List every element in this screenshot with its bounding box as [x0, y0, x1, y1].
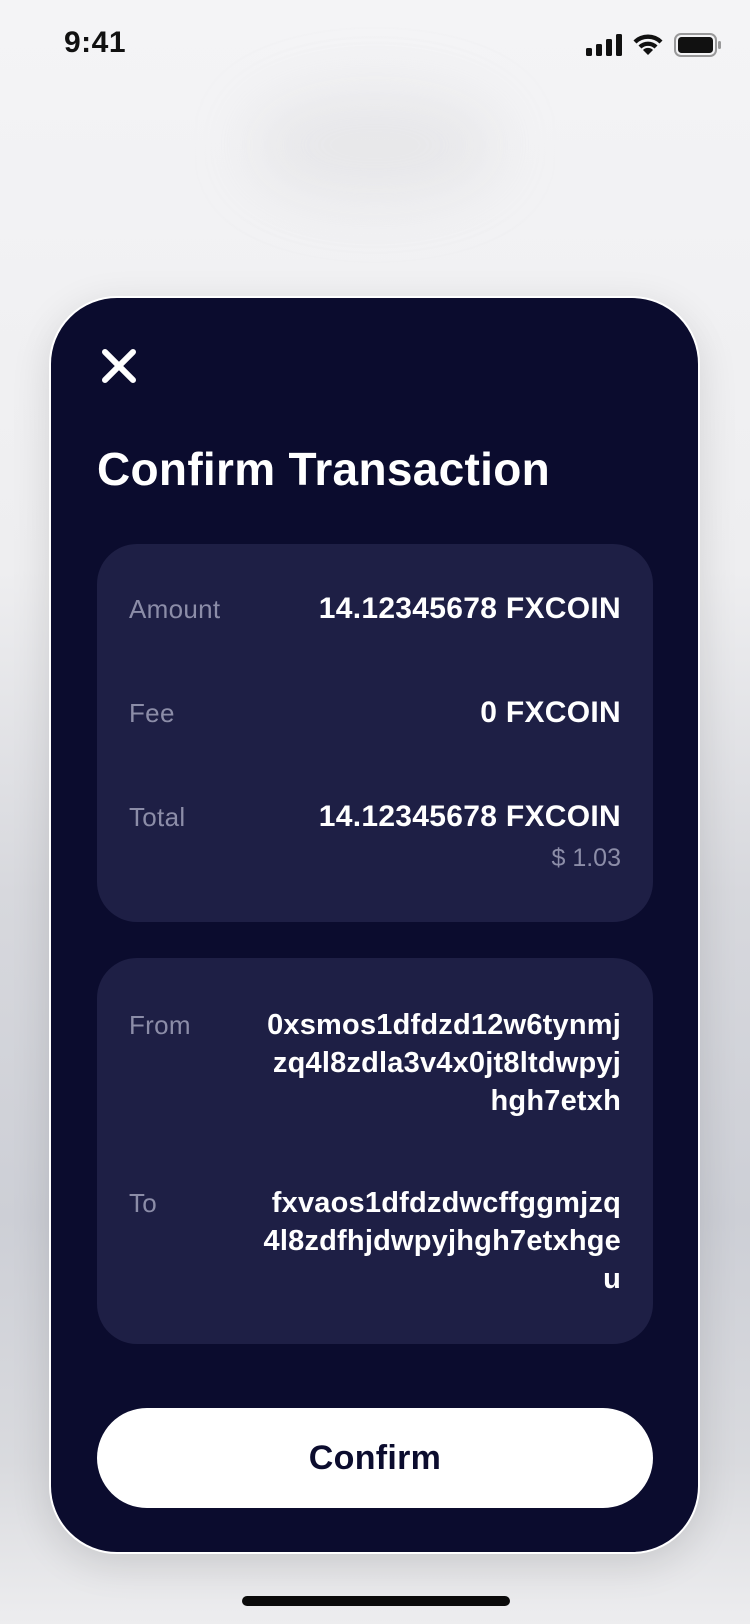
- wifi-icon: [632, 33, 664, 57]
- status-bar: 9:41: [0, 0, 750, 94]
- page-title: Confirm Transaction: [97, 443, 550, 495]
- status-icons: [586, 33, 722, 57]
- status-time: 9:41: [64, 26, 127, 59]
- to-label: To: [129, 1188, 158, 1218]
- from-label: From: [129, 1010, 191, 1040]
- confirm-transaction-sheet: Confirm Transaction Amount 14.12345678 F…: [49, 296, 700, 1554]
- total-label: Total: [129, 802, 186, 832]
- close-icon: [102, 349, 136, 383]
- to-address: fxvaos1dfdzdwcffggmjzq4l8zdfhjdwpyjhgh7e…: [263, 1187, 621, 1295]
- home-indicator: [242, 1596, 510, 1606]
- confirm-button[interactable]: Confirm: [97, 1408, 653, 1508]
- background-blur: [250, 90, 500, 200]
- amount-label: Amount: [129, 594, 221, 624]
- cellular-signal-icon: [586, 34, 622, 56]
- address-card: From 0xsmos1dfdzd12w6tynmjzq4l8zdla3v4x0…: [97, 958, 653, 1344]
- total-fiat-value: $ 1.03: [551, 844, 621, 872]
- amount-summary-card: Amount 14.12345678 FXCOIN Fee 0 FXCOIN T…: [97, 544, 653, 922]
- fee-value: 0 FXCOIN: [480, 696, 621, 729]
- fee-label: Fee: [129, 698, 175, 728]
- total-value: 14.12345678 FXCOIN: [318, 800, 621, 833]
- amount-value: 14.12345678 FXCOIN: [318, 592, 621, 625]
- battery-icon: [674, 33, 722, 57]
- from-address: 0xsmos1dfdzd12w6tynmjzq4l8zdla3v4x0jt8lt…: [267, 1009, 621, 1117]
- close-button[interactable]: [97, 344, 141, 388]
